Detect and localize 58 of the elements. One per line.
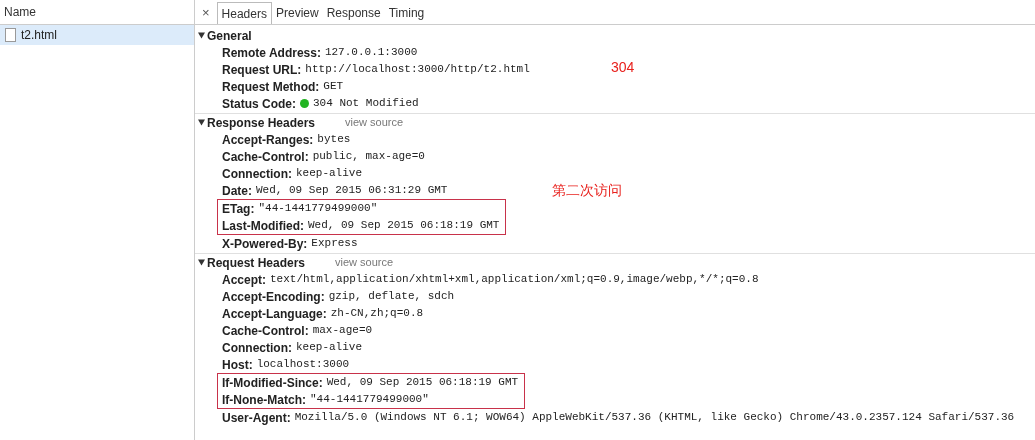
header-name: User-Agent: xyxy=(222,409,291,427)
section-title[interactable]: Request Headers xyxy=(207,253,306,272)
close-button[interactable]: × xyxy=(201,2,211,24)
tab[interactable]: Headers xyxy=(216,2,272,24)
header-value: bytes xyxy=(317,132,351,148)
header-value: gzip, deflate, sdch xyxy=(328,289,455,305)
file-icon xyxy=(5,28,16,42)
header-name: Accept-Ranges: xyxy=(222,131,314,149)
header-name: Cache-Control: xyxy=(222,322,309,340)
header-name: ETag: xyxy=(222,200,255,218)
header-value: localhost:3000 xyxy=(256,357,350,373)
tab[interactable]: Timing xyxy=(384,2,429,24)
header-name: Accept: xyxy=(222,271,266,289)
header-value: "44-1441779499000" xyxy=(258,201,378,217)
header-value: max-age=0 xyxy=(312,323,373,339)
tab[interactable]: Preview xyxy=(271,2,323,24)
expand-triangle-icon[interactable] xyxy=(198,119,205,126)
header-name: Connection: xyxy=(222,165,292,183)
section-title[interactable]: Response Headers xyxy=(207,113,316,132)
header-name: If-Modified-Since: xyxy=(222,374,323,392)
header-name: Connection: xyxy=(222,339,292,357)
header-value: public, max-age=0 xyxy=(312,149,425,165)
header-value: zh-CN,zh;q=0.8 xyxy=(330,306,424,322)
column-header[interactable]: Name xyxy=(4,3,36,21)
annotation-note: 第二次访问 xyxy=(552,181,622,200)
header-name: Cache-Control: xyxy=(222,148,309,166)
header-value: keep-alive xyxy=(296,166,362,182)
annotation-note: 304 xyxy=(611,58,635,77)
header-value: Wed, 09 Sep 2015 06:18:19 GMT xyxy=(326,375,519,391)
header-value: 127.0.0.1:3000 xyxy=(324,45,418,61)
header-name: Status Code: xyxy=(222,95,296,113)
view-source-link[interactable]: view source xyxy=(335,254,394,271)
header-name: Request Method: xyxy=(222,78,320,96)
header-value: keep-alive xyxy=(296,340,362,356)
view-source-link[interactable]: view source xyxy=(345,114,404,131)
header-name: X-Powered-By: xyxy=(222,235,308,253)
header-value: Wed, 09 Sep 2015 06:31:29 GMT xyxy=(256,183,448,199)
header-name: If-None-Match: xyxy=(222,391,306,409)
expand-triangle-icon[interactable] xyxy=(198,32,205,39)
header-value: "44-1441779499000" xyxy=(310,392,429,408)
section-title[interactable]: General xyxy=(207,26,252,45)
header-name: Last-Modified: xyxy=(222,217,304,235)
header-value: GET xyxy=(323,79,344,95)
tab[interactable]: Response xyxy=(322,2,385,24)
expand-triangle-icon[interactable] xyxy=(198,259,205,266)
header-name: Accept-Encoding: xyxy=(222,288,325,306)
file-row[interactable]: t2.html xyxy=(0,25,194,45)
header-value: Wed, 09 Sep 2015 06:18:19 GMT xyxy=(308,218,500,234)
header-value: http://localhost:3000/http/t2.html xyxy=(305,62,530,78)
header-value: 304 Not Modified xyxy=(313,96,419,112)
header-name: Date: xyxy=(222,182,252,200)
header-name: Request URL: xyxy=(222,61,302,79)
header-value: Express xyxy=(311,236,358,252)
header-value: Mozilla/5.0 (Windows NT 6.1; WOW64) AppleWebKit/537.36 (KHTML, like Gecko) Chrome/43.0.2357.124 Safari/537.36 xyxy=(294,410,1015,426)
header-name: Accept-Language: xyxy=(222,305,327,323)
header-name: Host: xyxy=(222,356,253,374)
header-name: Remote Address: xyxy=(222,44,321,62)
header-value: text/html,application/xhtml+xml,application/xml;q=0.9,image/webp,*/*;q=0.8 xyxy=(270,272,759,288)
